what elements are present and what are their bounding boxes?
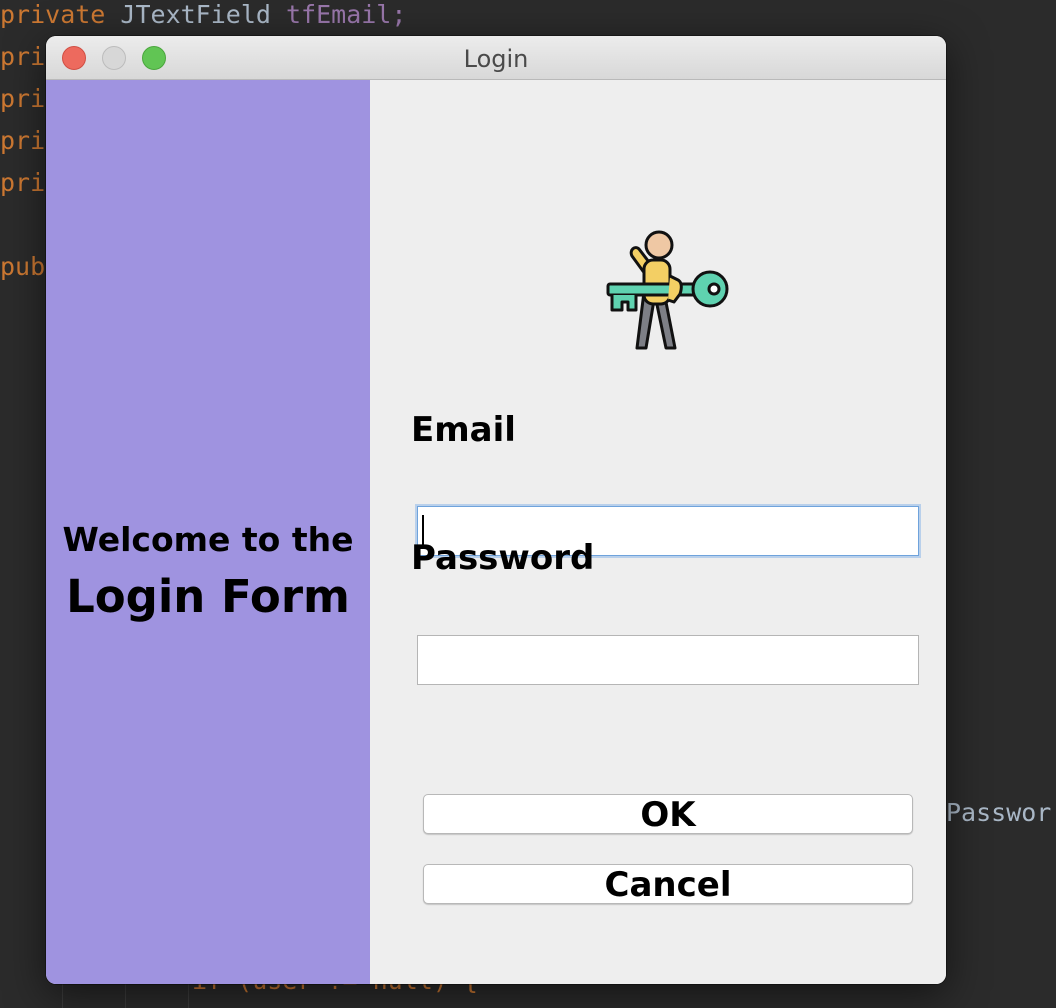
password-field[interactable] bbox=[417, 635, 919, 685]
code-line: pri bbox=[0, 168, 46, 197]
code-keyword: private bbox=[0, 0, 106, 29]
code-fragment: Passwor bbox=[946, 798, 1052, 827]
code-line: pri bbox=[0, 42, 46, 71]
code-field: tfEmail; bbox=[286, 0, 407, 29]
code-line: pub bbox=[0, 252, 46, 281]
ok-button[interactable]: OK bbox=[423, 794, 913, 835]
code-line: pri bbox=[0, 126, 46, 155]
user-with-key-icon bbox=[606, 230, 729, 350]
welcome-panel: Welcome to the Login Form bbox=[46, 80, 370, 984]
code-type: JTextField bbox=[120, 0, 271, 29]
welcome-subtitle: Welcome to the bbox=[62, 520, 354, 559]
login-dialog: Login Welcome to the Login Form Email Pa… bbox=[46, 36, 946, 984]
welcome-title: Login Form bbox=[66, 570, 350, 623]
password-label: Password bbox=[411, 538, 595, 578]
indent-guide bbox=[62, 984, 63, 1008]
email-label: Email bbox=[411, 410, 516, 450]
indent-guide bbox=[125, 984, 126, 1008]
title-bar[interactable]: Login bbox=[46, 36, 946, 80]
indent-guide bbox=[188, 984, 189, 1008]
window-title: Login bbox=[463, 45, 529, 73]
cancel-button[interactable]: Cancel bbox=[423, 864, 913, 905]
code-line: pri bbox=[0, 84, 46, 113]
login-form-panel: Email Password OK Cancel bbox=[370, 80, 946, 984]
code-line: private JTextField tfEmail; bbox=[0, 0, 406, 30]
